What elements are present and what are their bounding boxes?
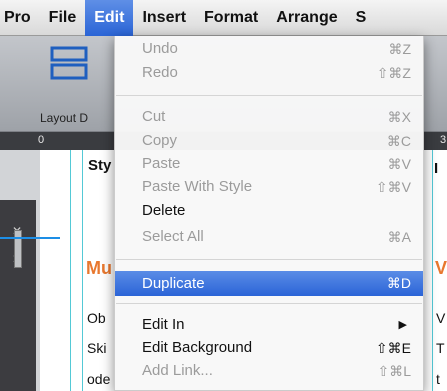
menu-separator [116, 259, 422, 260]
menu-item-label: Add Link... [142, 362, 213, 379]
menu-item-shortcut: ⌘X [387, 109, 411, 125]
menu-item-select-all[interactable]: Select All ⌘A [115, 225, 423, 249]
menu-item-redo[interactable]: Redo ⇧⌘Z [115, 61, 423, 85]
menu-item-duplicate[interactable]: Duplicate ⌘D [115, 271, 423, 296]
menu-item-edit-background[interactable]: Edit Background ⇧⌘E [115, 336, 423, 360]
menu-separator [116, 95, 422, 96]
layout-icon[interactable] [50, 46, 88, 80]
menu-item-label: Paste [142, 155, 181, 172]
menu-item-label: Paste With Style [142, 178, 253, 195]
margin-guide [82, 150, 83, 391]
doc-body-text: Ski [87, 340, 107, 356]
menu-format[interactable]: Format [195, 0, 267, 36]
menu-item-add-link[interactable]: Add Link... ⇧⌘L [115, 359, 423, 383]
menu-item-edit-in[interactable]: Edit In ▶ [115, 313, 423, 337]
doc-title-text: Mu [86, 258, 112, 278]
menu-item-label: Edit Background [142, 339, 253, 356]
menu-item-shortcut: ⌘D [386, 275, 411, 291]
menu-item-shortcut: ⇧⌘E [375, 340, 411, 356]
doc-body-text: V [436, 310, 446, 326]
menu-edit[interactable]: Edit [85, 0, 134, 36]
menu-item-label: Copy [142, 132, 178, 149]
menu-item-shortcut: ⌘C [386, 133, 411, 149]
menu-item-copy[interactable]: Copy ⌘C [115, 129, 423, 153]
menu-file[interactable]: File [40, 0, 86, 36]
menu-item-label: Redo [142, 64, 178, 81]
menu-item-undo[interactable]: Undo ⌘Z [115, 37, 423, 61]
menu-item-label: Undo [142, 40, 178, 57]
doc-heading-text: Sty [88, 157, 112, 174]
menu-item-paste-with-style[interactable]: Paste With Style ⇧⌘V [115, 175, 423, 199]
menu-item-label: Duplicate [142, 275, 205, 292]
margin-guide [432, 150, 433, 391]
doc-body-text: Ob [87, 310, 106, 326]
margin-guide [70, 150, 71, 391]
menu-item-shortcut: ⌘Z [388, 41, 411, 57]
menu-share[interactable]: S [347, 0, 376, 36]
doc-body-text: T [436, 340, 445, 356]
menu-item-shortcut: ⇧⌘V [375, 179, 411, 195]
ruler-mark-three: 3 [440, 134, 447, 146]
menu-insert[interactable]: Insert [133, 0, 195, 36]
menu-item-cut[interactable]: Cut ⌘X [115, 105, 423, 129]
menu-item-shortcut: ⌘A [387, 229, 411, 245]
menu-separator [116, 303, 422, 304]
menu-arrange[interactable]: Arrange [267, 0, 346, 36]
toolbar-layout-label: Layout D [40, 111, 89, 125]
menu-item-delete[interactable]: Delete [115, 199, 423, 223]
doc-heading-text: I [434, 160, 439, 177]
doc-body-text: ode [87, 371, 111, 387]
menu-item-shortcut: ⌘V [387, 156, 411, 172]
menu-item-label: Select All [142, 228, 204, 245]
ruler-mark-zero: 0 [38, 134, 45, 146]
edit-menu-dropdown: Undo ⌘Z Redo ⇧⌘Z Cut ⌘X Copy ⌘C Paste ⌘V… [114, 36, 424, 391]
menu-item-shortcut: ⇧⌘L [377, 363, 411, 379]
menu-item-shortcut: ⇧⌘Z [376, 65, 411, 81]
menu-item-label: Cut [142, 108, 166, 125]
selection-guide [0, 237, 60, 239]
menu-item-label: Delete [142, 202, 186, 219]
menu-item-paste[interactable]: Paste ⌘V [115, 152, 423, 176]
submenu-arrow-icon: ▶ [398, 319, 407, 331]
menubar: Pro File Edit Insert Format Arrange S [0, 0, 447, 36]
menu-app[interactable]: Pro [0, 0, 40, 36]
doc-body-text: t [436, 371, 440, 387]
doc-title-text: V [435, 258, 447, 278]
panel-resize-handle[interactable] [14, 230, 22, 268]
menu-item-label: Edit In [142, 316, 185, 333]
